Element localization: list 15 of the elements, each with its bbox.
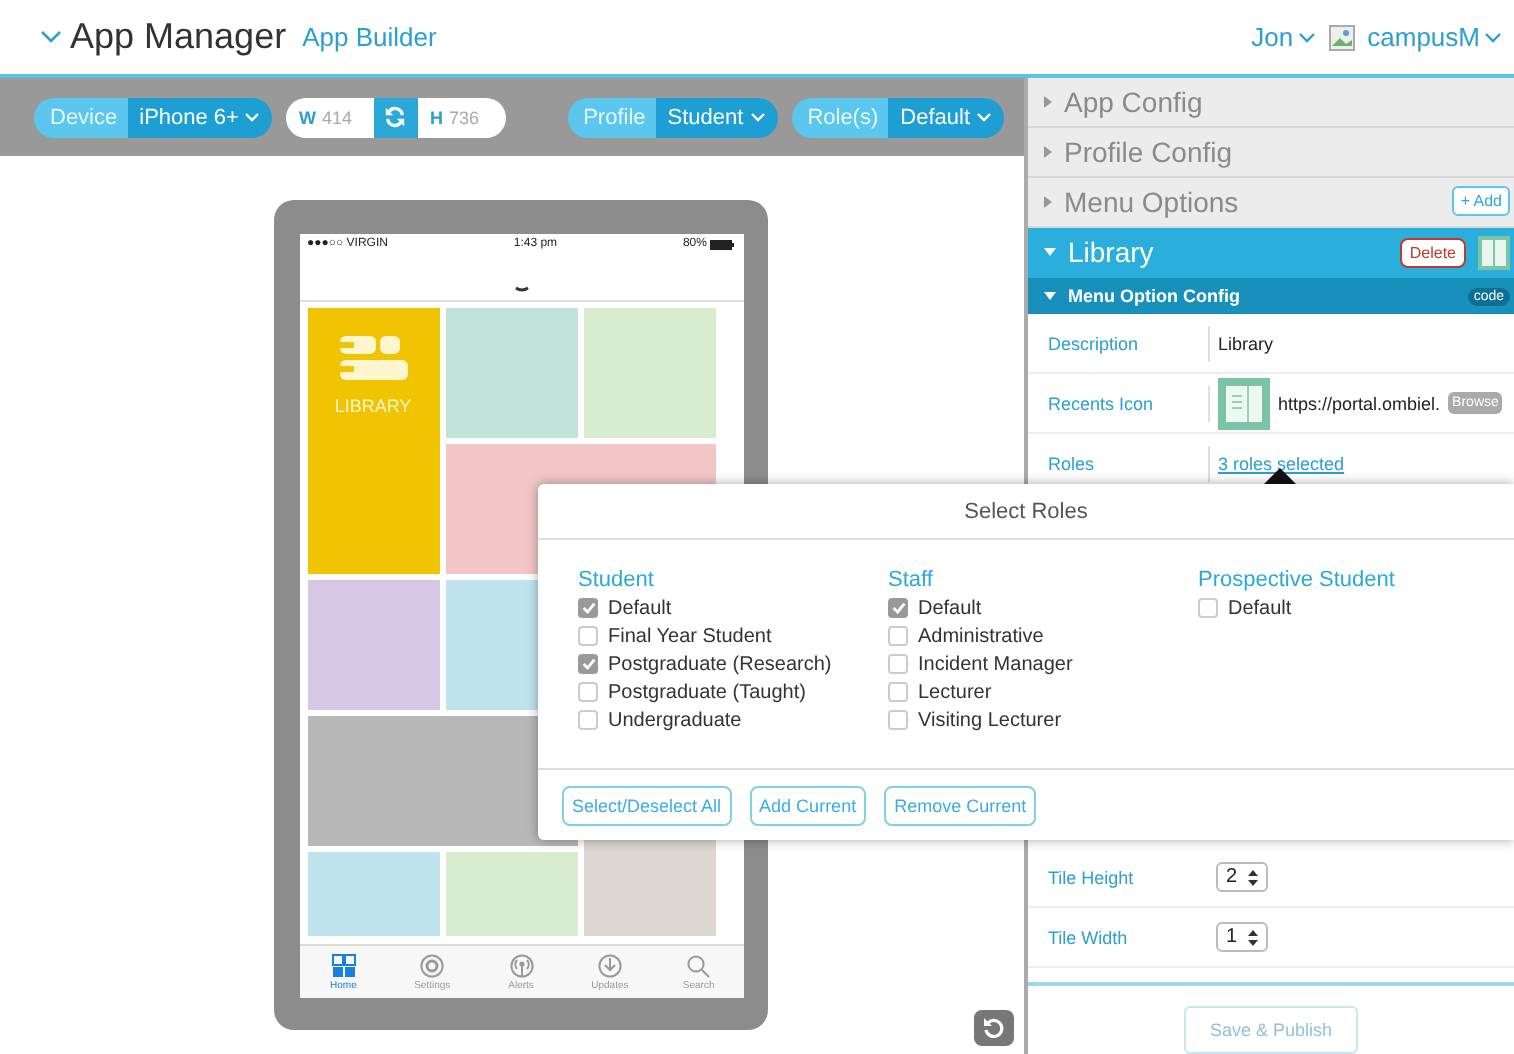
field-label: Tile Height xyxy=(1046,867,1136,888)
tile-label: LIBRARY xyxy=(334,396,412,416)
width-label: W xyxy=(298,107,316,127)
icon-url-text: https://portal.ombiel. xyxy=(1278,393,1441,414)
field-value: Library xyxy=(1218,333,1274,354)
height-label: H xyxy=(429,107,443,127)
dialog-title: Select Roles xyxy=(538,484,1514,540)
field-label: Tile Width xyxy=(1046,927,1130,948)
field-label: Roles xyxy=(1046,453,1097,474)
app-title: App Manager xyxy=(70,16,287,58)
role-group-heading: Prospective Student xyxy=(1198,568,1397,592)
role-group-heading: Staff xyxy=(888,568,935,592)
field-label: Description xyxy=(1046,333,1141,354)
field-label: Recents Icon xyxy=(1046,393,1156,414)
role-group-heading: Student xyxy=(578,568,656,592)
